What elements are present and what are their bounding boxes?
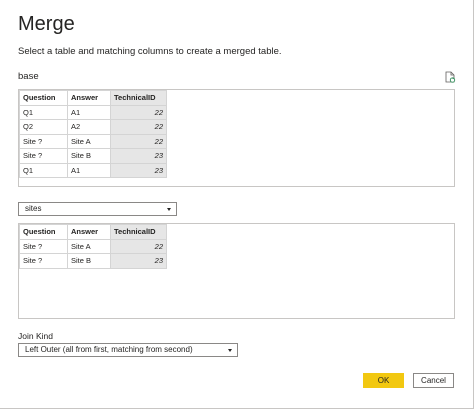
cell-technicalid: 22	[110, 104, 167, 120]
cell-technicalid: 23	[110, 162, 167, 178]
cell-answer: Site B	[67, 148, 111, 164]
cell-answer: A1	[67, 104, 111, 120]
second-table: Question Answer TechnicalID Site ? Site …	[19, 224, 167, 269]
first-table-preview: Question Answer TechnicalID Q1 A1 22 Q2 …	[18, 89, 455, 187]
cell-question: Site ?	[19, 238, 68, 254]
cell-answer: Site B	[67, 253, 111, 269]
second-table-preview: Question Answer TechnicalID Site ? Site …	[18, 223, 455, 319]
table-row: Q2 A2 22	[19, 119, 167, 135]
cell-technicalid: 22	[110, 238, 167, 254]
table-row: Site ? Site B 23	[19, 148, 167, 164]
refresh-preview-icon[interactable]	[444, 70, 456, 83]
second-table-dropdown[interactable]: sites	[18, 202, 177, 216]
chevron-down-icon	[228, 349, 232, 352]
table-row: Q1 A1 22	[19, 104, 167, 120]
ok-button[interactable]: OK	[363, 373, 404, 388]
cell-question: Q2	[19, 119, 68, 135]
table-row: Site ? Site A 22	[19, 238, 167, 254]
cell-answer: Site A	[67, 238, 111, 254]
second-table-selected: sites	[25, 204, 42, 213]
cell-technicalid: 23	[110, 253, 167, 269]
merge-dialog: Merge Select a table and matching column…	[0, 0, 474, 409]
column-header-answer[interactable]: Answer	[67, 224, 111, 240]
table-header-row: Question Answer TechnicalID	[19, 90, 167, 106]
cell-answer: Site A	[67, 133, 111, 149]
column-header-question[interactable]: Question	[19, 90, 68, 106]
cell-technicalid: 23	[110, 148, 167, 164]
cancel-button[interactable]: Cancel	[413, 373, 454, 388]
table-row: Q1 A1 23	[19, 162, 167, 178]
cell-answer: A1	[67, 162, 111, 178]
chevron-down-icon	[167, 208, 171, 211]
column-header-question[interactable]: Question	[19, 224, 68, 240]
table-row: Site ? Site A 22	[19, 133, 167, 149]
column-header-technicalid[interactable]: TechnicalID	[110, 90, 167, 106]
dialog-title: Merge	[18, 13, 75, 35]
join-kind-label: Join Kind	[18, 331, 53, 341]
column-header-answer[interactable]: Answer	[67, 90, 111, 106]
cell-question: Q1	[19, 104, 68, 120]
first-table-name: base	[18, 71, 39, 82]
table-row: Site ? Site B 23	[19, 253, 167, 269]
cell-technicalid: 22	[110, 119, 167, 135]
cell-question: Site ?	[19, 148, 68, 164]
cell-answer: A2	[67, 119, 111, 135]
cell-question: Site ?	[19, 133, 68, 149]
table-header-row: Question Answer TechnicalID	[19, 224, 167, 240]
dialog-subtitle: Select a table and matching columns to c…	[18, 46, 282, 57]
join-kind-selected: Left Outer (all from first, matching fro…	[25, 345, 193, 354]
cell-question: Site ?	[19, 253, 68, 269]
column-header-technicalid[interactable]: TechnicalID	[110, 224, 167, 240]
cell-technicalid: 22	[110, 133, 167, 149]
cell-question: Q1	[19, 162, 68, 178]
join-kind-dropdown[interactable]: Left Outer (all from first, matching fro…	[18, 343, 238, 357]
first-table: Question Answer TechnicalID Q1 A1 22 Q2 …	[19, 90, 167, 178]
